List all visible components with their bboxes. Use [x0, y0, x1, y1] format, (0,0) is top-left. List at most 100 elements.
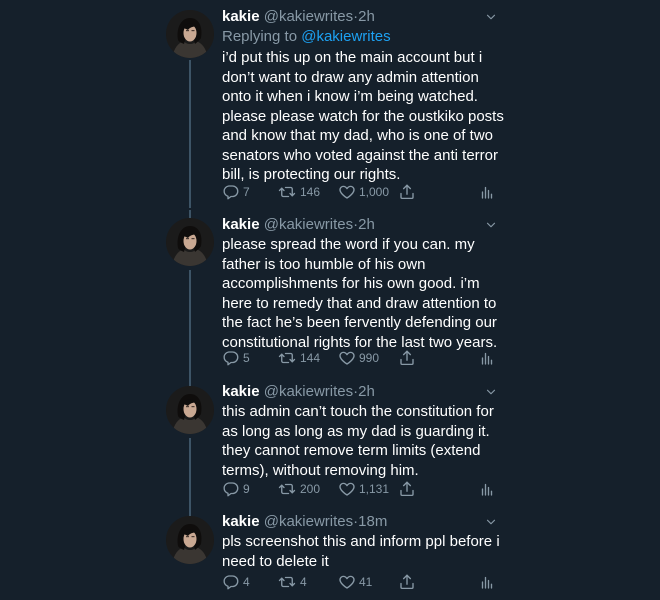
like-button[interactable]: 41 — [338, 572, 372, 592]
display-name[interactable]: kakie — [222, 513, 260, 530]
avatar-image — [166, 516, 214, 564]
like-button[interactable]: 990 — [338, 348, 379, 368]
username[interactable]: @kakiewrites — [264, 216, 353, 233]
tweet[interactable]: kakie @kakiewrites·2h please spread the … — [0, 210, 660, 380]
like-icon — [338, 480, 356, 498]
tweet-actions: 5 144 990 — [222, 348, 502, 368]
reply-count: 4 — [243, 575, 250, 589]
chevron-down-icon[interactable] — [484, 385, 498, 399]
retweet-icon — [277, 349, 297, 367]
tweet-actions: 9 200 1,131 — [222, 479, 502, 499]
tweet[interactable]: kakie @kakiewrites·18m pls screenshot th… — [0, 510, 660, 600]
display-name[interactable]: kakie — [222, 383, 260, 400]
like-icon — [338, 183, 356, 201]
reply-icon — [222, 183, 240, 201]
tweet-text: please spread the word if you can. my fa… — [222, 236, 498, 351]
reply-button[interactable]: 7 — [222, 182, 250, 202]
analytics-icon — [478, 349, 496, 367]
tweet-header: kakie @kakiewrites·2h — [222, 7, 375, 27]
retweet-button[interactable]: 144 — [277, 348, 320, 368]
replying-prefix: Replying to — [222, 28, 302, 45]
share-button[interactable] — [398, 572, 416, 592]
like-count: 41 — [359, 575, 373, 589]
analytics-icon — [478, 573, 496, 591]
share-icon — [398, 573, 416, 591]
avatar[interactable] — [166, 218, 214, 266]
timestamp[interactable]: 18m — [358, 513, 387, 530]
avatar[interactable] — [166, 10, 214, 58]
retweet-button[interactable]: 200 — [277, 479, 320, 499]
avatar-image — [166, 10, 214, 58]
thread-line — [189, 210, 191, 218]
analytics-button[interactable] — [478, 182, 496, 202]
timestamp[interactable]: 2h — [358, 216, 375, 233]
like-icon — [338, 573, 356, 591]
username[interactable]: @kakiewrites — [264, 8, 353, 25]
avatar[interactable] — [166, 516, 214, 564]
analytics-button[interactable] — [478, 348, 496, 368]
reply-button[interactable]: 9 — [222, 479, 250, 499]
like-button[interactable]: 1,000 — [338, 182, 389, 202]
tweet-text: i’d put this up on the main account but … — [222, 49, 504, 183]
share-button[interactable] — [398, 348, 416, 368]
avatar-image — [166, 218, 214, 266]
thread-line — [189, 60, 191, 208]
username[interactable]: @kakiewrites — [264, 513, 353, 530]
retweet-button[interactable]: 146 — [277, 182, 320, 202]
like-icon — [338, 349, 356, 367]
retweet-icon — [277, 573, 297, 591]
like-button[interactable]: 1,131 — [338, 479, 389, 499]
retweet-button[interactable]: 4 — [277, 572, 307, 592]
retweet-count: 146 — [300, 185, 321, 199]
display-name[interactable]: kakie — [222, 216, 260, 233]
retweet-icon — [277, 480, 297, 498]
analytics-button[interactable] — [478, 479, 496, 499]
retweet-count: 200 — [300, 482, 321, 496]
avatar[interactable] — [166, 386, 214, 434]
share-icon — [398, 183, 416, 201]
tweet-thread: kakie @kakiewrites·2h Replying to @kakie… — [0, 0, 660, 600]
reply-icon — [222, 573, 240, 591]
username[interactable]: @kakiewrites — [264, 383, 353, 400]
timestamp[interactable]: 2h — [358, 8, 375, 25]
replying-to: Replying to @kakiewrites — [222, 27, 391, 47]
analytics-icon — [478, 480, 496, 498]
chevron-down-icon[interactable] — [484, 515, 498, 529]
reply-count: 5 — [243, 351, 250, 365]
tweet-header: kakie @kakiewrites·2h — [222, 215, 375, 235]
like-count: 1,000 — [359, 185, 390, 199]
tweet[interactable]: kakie @kakiewrites·2h Replying to @kakie… — [0, 0, 660, 210]
tweet-header: kakie @kakiewrites·2h — [222, 382, 375, 402]
like-count: 1,131 — [359, 482, 390, 496]
reply-button[interactable]: 4 — [222, 572, 250, 592]
mention-link[interactable]: @kakiewrites — [301, 28, 390, 45]
reply-icon — [222, 480, 240, 498]
share-button[interactable] — [398, 479, 416, 499]
like-count: 990 — [359, 351, 380, 365]
avatar-image — [166, 386, 214, 434]
retweet-count: 144 — [300, 351, 321, 365]
reply-count: 9 — [243, 482, 250, 496]
timestamp[interactable]: 2h — [358, 383, 375, 400]
tweet-header: kakie @kakiewrites·18m — [222, 512, 387, 532]
analytics-icon — [478, 183, 496, 201]
reply-button[interactable]: 5 — [222, 348, 250, 368]
tweet-actions: 7 146 1,000 — [222, 182, 502, 202]
tweet-text: this admin can’t touch the constitution … — [222, 403, 494, 479]
share-button[interactable] — [398, 182, 416, 202]
reply-count: 7 — [243, 185, 250, 199]
share-icon — [398, 349, 416, 367]
analytics-button[interactable] — [478, 572, 496, 592]
share-icon — [398, 480, 416, 498]
tweet[interactable]: kakie @kakiewrites·2h this admin can’t t… — [0, 380, 660, 510]
display-name[interactable]: kakie — [222, 8, 260, 25]
reply-icon — [222, 349, 240, 367]
thread-line — [189, 270, 191, 380]
tweet-text: pls screenshot this and inform ppl befor… — [222, 533, 500, 570]
tweet-actions: 4 4 41 — [222, 572, 502, 592]
thread-line — [189, 438, 191, 510]
retweet-count: 4 — [300, 575, 307, 589]
retweet-icon — [277, 183, 297, 201]
chevron-down-icon[interactable] — [484, 218, 498, 232]
chevron-down-icon[interactable] — [484, 10, 498, 24]
